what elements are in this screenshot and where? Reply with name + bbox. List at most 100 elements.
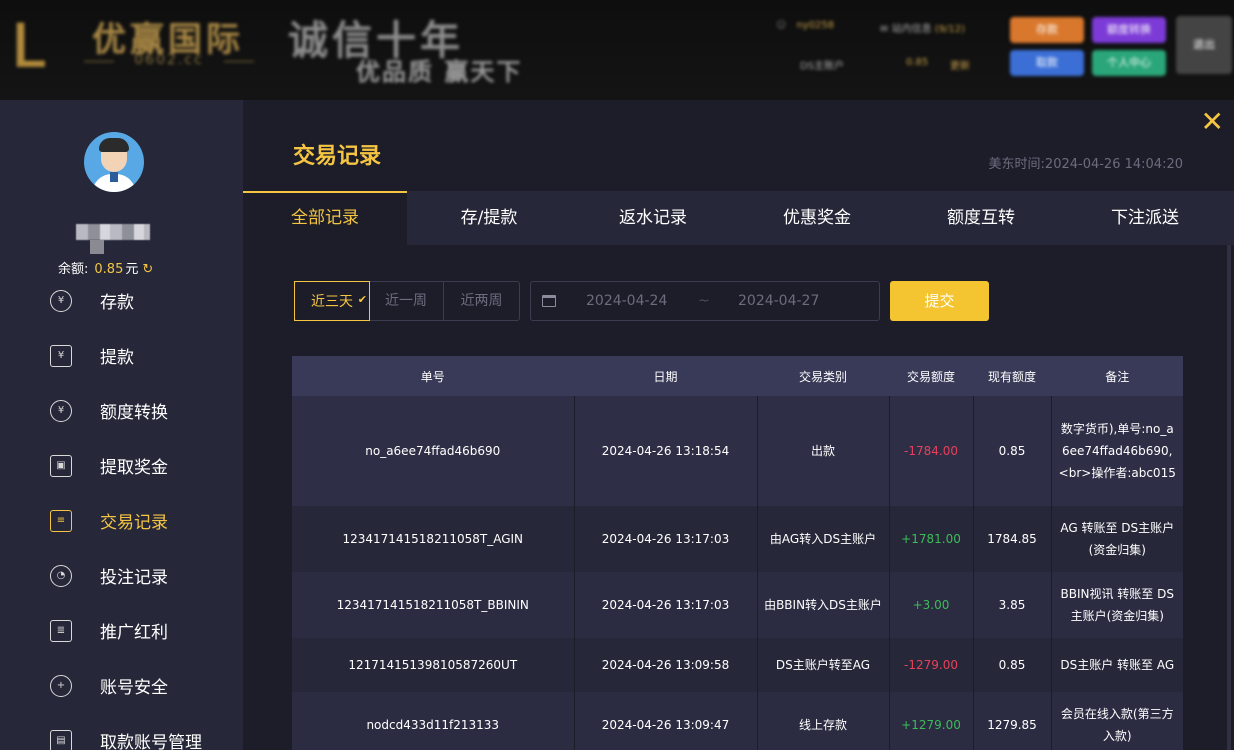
username-redacted-fragment bbox=[90, 240, 104, 254]
cell-balance: 0.85 bbox=[973, 396, 1052, 506]
cell-date: 2024-04-26 13:09:47 bbox=[574, 692, 758, 750]
header-username[interactable]: ☺ ny0258 bbox=[776, 20, 834, 31]
username-redacted bbox=[76, 224, 150, 240]
sidebar-nav: ¥ 存款 ¥ 提款 ¥ 额度转换 ▣ 提取奖金 ≡ 交易记录 ◔ 投注记录 ≣ … bbox=[0, 273, 243, 750]
cell-note: DS主账户 转账至 AG bbox=[1051, 638, 1183, 692]
gift-icon: ▣ bbox=[50, 454, 72, 477]
header-account-label: DS主账户 bbox=[800, 61, 845, 72]
header-logout-button[interactable]: 退出 bbox=[1176, 16, 1232, 74]
header-deposit-button[interactable]: 存款 bbox=[1010, 17, 1084, 43]
cell-date: 2024-04-26 13:09:58 bbox=[574, 638, 758, 692]
tab-deposit-withdraw[interactable]: 存/提款 bbox=[407, 191, 571, 245]
page-title: 交易记录 bbox=[293, 144, 382, 169]
cell-type: 出款 bbox=[757, 396, 890, 506]
cell-type: DS主账户转至AG bbox=[757, 638, 890, 692]
user-icon: ☺ bbox=[776, 20, 787, 31]
table-row: 1234171415182110​58T_AGIN 2024-04-26 13:… bbox=[292, 506, 1183, 572]
sidebar-item-security[interactable]: + 账号安全 bbox=[0, 658, 243, 713]
cell-date: 2024-04-26 13:17:03 bbox=[574, 572, 758, 638]
cell-type: 线上存款 bbox=[757, 692, 890, 750]
sidebar-item-withdraw-accounts[interactable]: ▤ 取款账号管理 bbox=[0, 713, 243, 750]
sidebar-item-transactions[interactable]: ≡ 交易记录 bbox=[0, 493, 243, 548]
tab-transfer[interactable]: 额度互转 bbox=[899, 191, 1063, 245]
cell-note: 数字货币),单号:no_a6ee74ffad46b690,<br>操作者:abc… bbox=[1051, 396, 1183, 506]
cell-id: nodcd433d11f213133 bbox=[292, 692, 575, 750]
cell-balance: 0.85 bbox=[973, 638, 1052, 692]
sidebar: 余额: 0.85 元 ↻ ¥ 存款 ¥ 提款 ¥ 额度转换 ▣ 提取奖金 ≡ 交易记录… bbox=[0, 100, 243, 750]
col-header-amount: 交易额度 bbox=[889, 356, 974, 396]
coins-stack-icon: ≣ bbox=[50, 619, 72, 642]
cell-note: AG 转账至 DS主账户(资金归集) bbox=[1051, 506, 1183, 572]
table-row: nodcd433d11f213133 2024-04-26 13:09:47 线… bbox=[292, 692, 1183, 750]
date-separator: ~ bbox=[698, 293, 710, 309]
tab-bet-rewards[interactable]: 下注派送 bbox=[1063, 191, 1227, 245]
cell-type: 由BBIN转入DS主账户 bbox=[757, 572, 890, 638]
cell-type: 由AG转入DS主账户 bbox=[757, 506, 890, 572]
cell-note: BBIN视讯 转账至 DS主账户(资金归集) bbox=[1051, 572, 1183, 638]
sidebar-item-transfer[interactable]: ¥ 额度转换 bbox=[0, 383, 243, 438]
cell-amount: -1279.00 bbox=[889, 638, 974, 692]
cell-id: 123417141518211058T_BBININ bbox=[292, 572, 575, 638]
logo-icon: ᒪ bbox=[12, 12, 45, 80]
cell-note: 会员在线入款(第三方入款) bbox=[1051, 692, 1183, 750]
date-range-group: 近三天 ✔ 近一周 近两周 bbox=[294, 281, 520, 321]
header-refresh-link[interactable]: 更新 bbox=[950, 57, 970, 72]
transactions-table: 单号 日期 交易类别 交易额度 现有额度 备注 no_a6ee74ffad46b… bbox=[292, 356, 1183, 750]
yen-refresh-icon: ¥ bbox=[50, 399, 72, 422]
slogan-line2: 优品质 赢天下 bbox=[356, 57, 523, 86]
mail-icon: ✉ bbox=[880, 24, 889, 35]
cell-balance: 1784.85 bbox=[973, 506, 1052, 572]
col-header-type: 交易类别 bbox=[757, 356, 890, 396]
scrollbar-thumb[interactable] bbox=[1227, 245, 1231, 750]
cell-date: 2024-04-26 13:17:03 bbox=[574, 506, 758, 572]
table-header-row: 单号 日期 交易类别 交易额度 现有额度 备注 bbox=[292, 356, 1183, 396]
cell-date: 2024-04-26 13:18:54 bbox=[574, 396, 758, 506]
scrollbar[interactable] bbox=[1224, 245, 1234, 750]
tab-bonus[interactable]: 优惠奖金 bbox=[735, 191, 899, 245]
cell-amount: -1784.00 bbox=[889, 396, 974, 506]
range-three-days-button[interactable]: 近三天 ✔ bbox=[294, 281, 370, 321]
range-two-weeks-button[interactable]: 近两周 bbox=[444, 282, 519, 320]
table-row: no_a6ee74ffad46b690 2024-04-26 13:18:54 … bbox=[292, 396, 1183, 506]
date-start-input[interactable]: 2024-04-24 bbox=[586, 293, 686, 309]
cell-balance: 3.85 bbox=[973, 572, 1052, 638]
tab-rebate[interactable]: 返水记录 bbox=[571, 191, 735, 245]
sidebar-item-bet-records[interactable]: ◔ 投注记录 bbox=[0, 548, 243, 603]
server-time: 美东时间:2024-04-26 14:04:20 bbox=[988, 157, 1183, 172]
col-header-date: 日期 bbox=[574, 356, 758, 396]
sidebar-item-promotion[interactable]: ≣ 推广红利 bbox=[0, 603, 243, 658]
sidebar-item-deposit[interactable]: ¥ 存款 bbox=[0, 273, 243, 328]
sidebar-item-bonus[interactable]: ▣ 提取奖金 bbox=[0, 438, 243, 493]
date-range-picker[interactable]: 2024-04-24 ~ 2024-04-27 bbox=[530, 281, 880, 321]
sidebar-item-withdraw[interactable]: ¥ 提款 bbox=[0, 328, 243, 383]
col-header-note: 备注 bbox=[1051, 356, 1183, 396]
tab-bar: 全部记录 存/提款 返水记录 优惠奖金 额度互转 下注派送 bbox=[243, 191, 1234, 245]
range-one-week-button[interactable]: 近一周 bbox=[369, 282, 444, 320]
filter-bar: 近三天 ✔ 近一周 近两周 2024-04-24 ~ 2024-04-27 提交 bbox=[294, 281, 989, 321]
close-icon[interactable]: ✕ bbox=[1201, 106, 1224, 138]
header-personal-center-button[interactable]: 个人中心 bbox=[1092, 50, 1166, 76]
logo-subtitle: 0602.cc bbox=[84, 52, 254, 68]
header-messages[interactable]: ✉ 站内信息 (9/12) bbox=[880, 20, 965, 35]
header-withdraw-button[interactable]: 取款 bbox=[1010, 50, 1084, 76]
header-account-balance: 0.85 bbox=[906, 57, 929, 68]
cell-amount: +1781.00 bbox=[889, 506, 974, 572]
bet-record-icon: ◔ bbox=[50, 564, 72, 587]
top-header: ᒪ 优赢国际 0602.cc 诚信十年 优品质 赢天下 ☺ ny0258 ✉ 站内… bbox=[0, 0, 1234, 100]
calendar-icon bbox=[542, 295, 556, 307]
main-panel: ✕ 交易记录 美东时间:2024-04-26 14:04:20 全部记录 存/提… bbox=[243, 100, 1234, 750]
cell-amount: +3.00 bbox=[889, 572, 974, 638]
cell-balance: 1279.85 bbox=[973, 692, 1052, 750]
tab-all-records[interactable]: 全部记录 bbox=[243, 191, 407, 245]
col-header-balance: 现有额度 bbox=[973, 356, 1052, 396]
date-end-input[interactable]: 2024-04-27 bbox=[738, 293, 838, 309]
col-header-id: 单号 bbox=[292, 356, 575, 396]
clipboard-icon: ≡ bbox=[50, 509, 72, 532]
ticket-icon: ¥ bbox=[50, 344, 72, 367]
submit-button[interactable]: 提交 bbox=[890, 281, 989, 321]
header-transfer-button[interactable]: 额度转换 bbox=[1092, 17, 1166, 43]
cell-id: 12171415139810587260UT bbox=[292, 638, 575, 692]
avatar bbox=[84, 132, 144, 192]
shield-icon: + bbox=[50, 674, 72, 697]
table-row: 12171415139810587260UT 2024-04-26 13:09:… bbox=[292, 638, 1183, 692]
